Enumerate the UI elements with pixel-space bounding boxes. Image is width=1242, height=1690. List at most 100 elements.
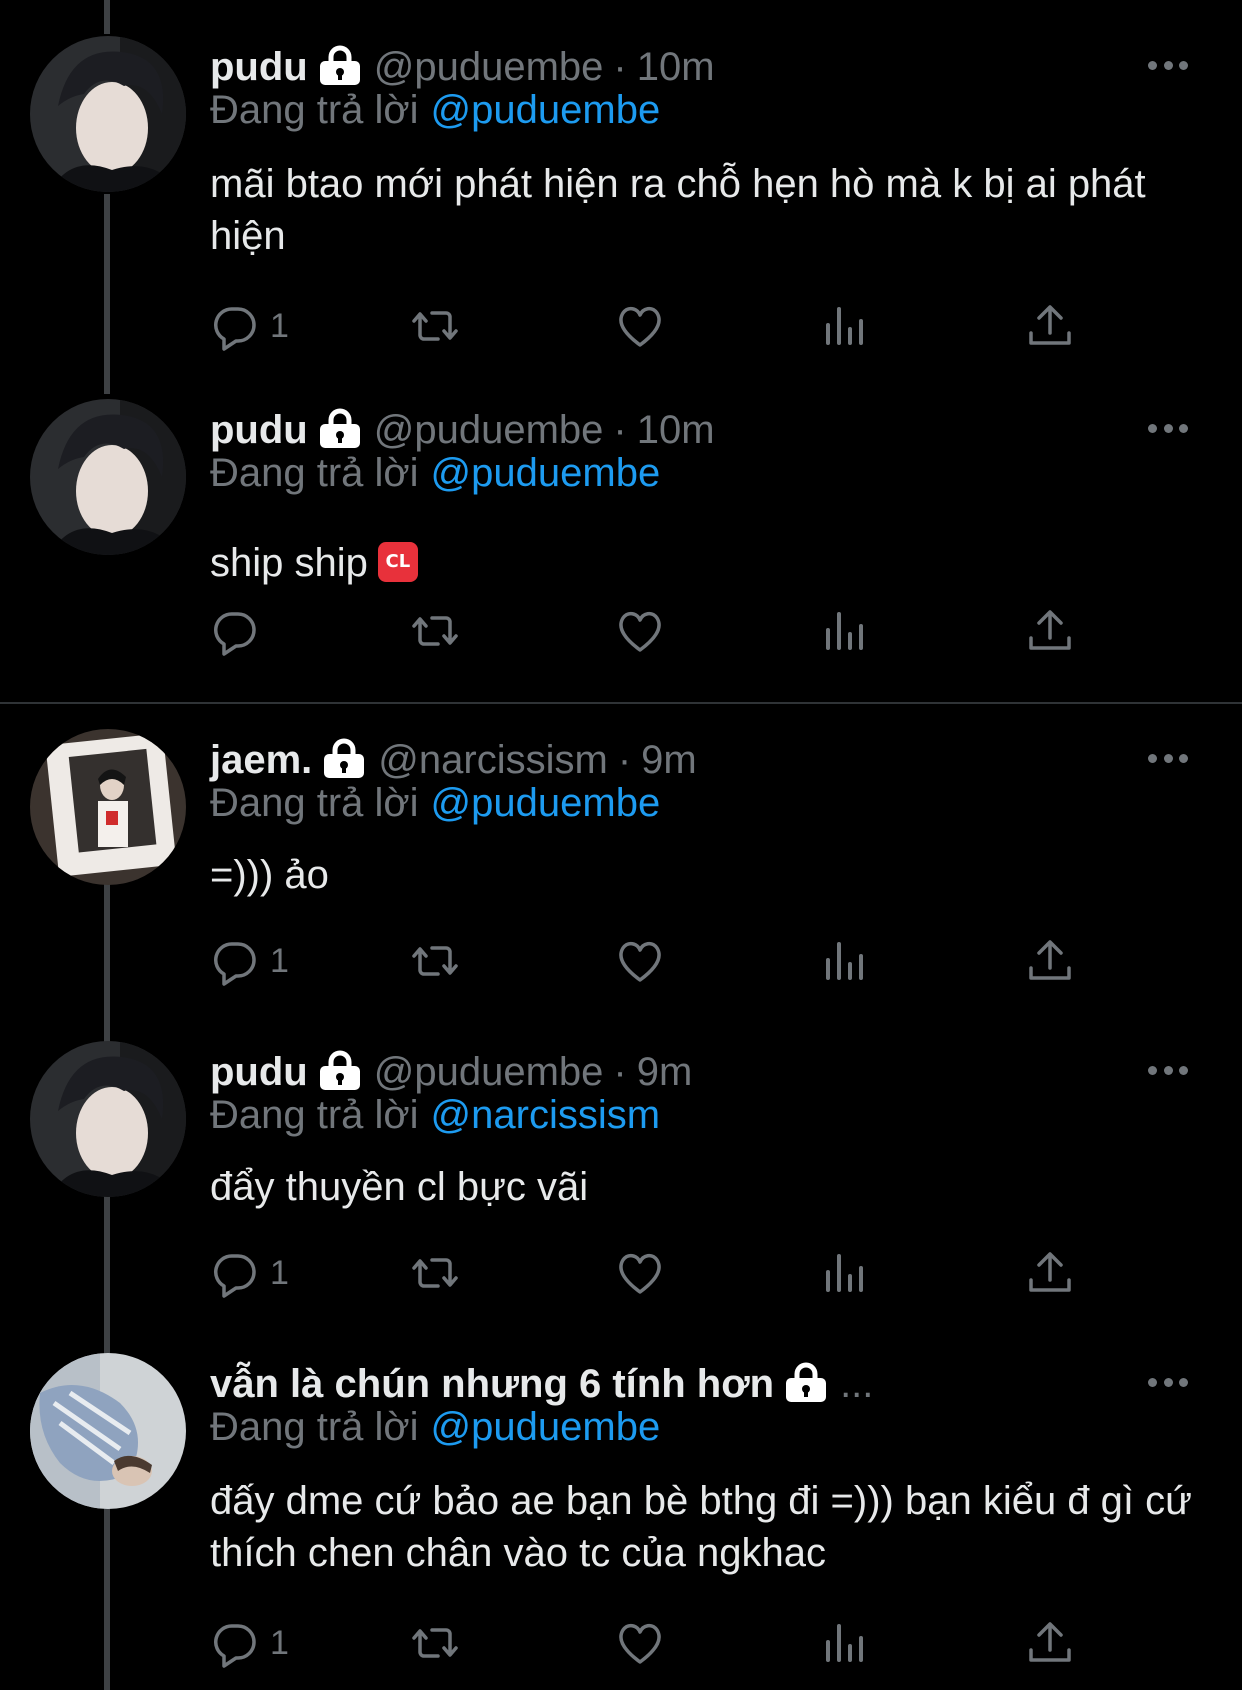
replying-to: Đang trả lời @puduembe	[210, 451, 660, 496]
views-button[interactable]	[820, 298, 870, 354]
tweet-text-content: ship ship	[210, 541, 368, 585]
like-icon	[619, 1623, 661, 1664]
retweet-button[interactable]	[410, 603, 460, 659]
action-bar: 1	[210, 298, 1110, 354]
tweet-text: ship ship CL	[210, 537, 1200, 589]
more-icon[interactable]	[1148, 1063, 1188, 1077]
retweet-button[interactable]	[410, 933, 460, 989]
user-handle[interactable]: @narcissism	[378, 738, 608, 783]
user-handle[interactable]: @puduembe	[374, 1050, 604, 1095]
reply-button[interactable]	[210, 603, 270, 659]
reply-count: 1	[270, 306, 289, 345]
like-button[interactable]	[615, 603, 665, 659]
timestamp[interactable]: 9m	[637, 1050, 693, 1095]
views-button[interactable]	[820, 603, 870, 659]
retweet-icon	[412, 1258, 458, 1288]
reply-count: 1	[270, 1253, 289, 1292]
mention-link[interactable]: @puduembe	[431, 451, 661, 495]
avatar[interactable]	[30, 729, 186, 885]
avatar[interactable]	[30, 36, 186, 192]
reply-button[interactable]: 1	[210, 298, 289, 354]
retweet-icon	[412, 1628, 458, 1658]
like-button[interactable]	[615, 933, 665, 989]
more-icon[interactable]	[1148, 751, 1188, 765]
tweet[interactable]: pudu @puduembe · 10m Đang trả lời @puduem…	[0, 363, 1242, 703]
views-icon	[826, 307, 863, 345]
replying-to-label: Đang trả lời	[210, 1093, 419, 1137]
like-button[interactable]	[615, 298, 665, 354]
more-icon[interactable]	[1148, 1375, 1188, 1389]
lock-icon	[784, 1362, 828, 1402]
retweet-button[interactable]	[410, 298, 460, 354]
more-icon[interactable]	[1148, 421, 1188, 435]
tweet[interactable]: jaem. @narcissism · 9m Đang trả lời @pudu…	[0, 693, 1242, 1003]
display-name[interactable]: vẫn là chún nhưng 6 tính hơn	[210, 1362, 774, 1407]
display-name[interactable]: pudu	[210, 45, 308, 90]
timestamp[interactable]: 10m	[637, 45, 715, 90]
like-icon	[619, 611, 661, 652]
reply-button[interactable]: 1	[210, 1245, 289, 1301]
retweet-icon	[412, 616, 458, 646]
share-button[interactable]	[1025, 298, 1075, 354]
like-icon	[619, 941, 661, 982]
views-button[interactable]	[820, 1615, 870, 1671]
reply-button[interactable]: 1	[210, 1615, 289, 1671]
user-handle-truncated[interactable]: ...	[840, 1362, 873, 1407]
replying-to-label: Đang trả lời	[210, 451, 419, 495]
replying-to: Đang trả lời @puduembe	[210, 1405, 660, 1450]
views-icon	[826, 1254, 863, 1292]
views-button[interactable]	[820, 933, 870, 989]
tweet-header: pudu @puduembe · 10m	[210, 40, 715, 94]
tweet-text: đẩy thuyền cl bực vãi	[210, 1165, 589, 1209]
share-button[interactable]	[1025, 1245, 1075, 1301]
retweet-button[interactable]	[410, 1615, 460, 1671]
mention-link[interactable]: @narcissism	[431, 1093, 661, 1137]
views-icon	[826, 612, 863, 650]
action-bar	[210, 603, 1110, 659]
share-icon	[1029, 1252, 1071, 1292]
mention-link[interactable]: @puduembe	[431, 781, 661, 825]
reply-count: 1	[270, 941, 289, 980]
views-button[interactable]	[820, 1245, 870, 1301]
display-name[interactable]: pudu	[210, 408, 308, 453]
views-icon	[826, 942, 863, 980]
avatar[interactable]	[30, 1041, 186, 1197]
tweet[interactable]: pudu @puduembe · 10m Đang trả lời @puduem…	[0, 0, 1242, 380]
retweet-icon	[412, 946, 458, 976]
tweet-text: đấy dme cứ bảo ae bạn bè bthg đi =))) bạ…	[210, 1479, 1192, 1575]
share-button[interactable]	[1025, 933, 1075, 989]
display-name[interactable]: jaem.	[210, 738, 312, 783]
separator-dot: ·	[613, 407, 627, 452]
avatar[interactable]	[30, 1353, 186, 1509]
replying-to-label: Đang trả lời	[210, 1405, 419, 1449]
views-icon	[826, 1624, 863, 1662]
tweet[interactable]: vẫn là chún nhưng 6 tính hơn ... Đang tr…	[0, 1317, 1242, 1690]
reply-button[interactable]: 1	[210, 933, 289, 989]
tweet[interactable]: pudu @puduembe · 9m Đang trả lời @narciss…	[0, 1005, 1242, 1315]
display-name[interactable]: pudu	[210, 1050, 308, 1095]
avatar[interactable]	[30, 399, 186, 555]
tweet-header: pudu @puduembe · 9m	[210, 1045, 692, 1099]
share-icon	[1029, 610, 1071, 650]
like-button[interactable]	[615, 1615, 665, 1671]
separator-dot: ·	[613, 44, 627, 89]
reply-icon	[214, 1254, 256, 1298]
mention-link[interactable]: @puduembe	[431, 1405, 661, 1449]
cl-emoji-icon: CL	[377, 542, 418, 583]
user-handle[interactable]: @puduembe	[374, 408, 604, 453]
retweet-button[interactable]	[410, 1245, 460, 1301]
timestamp[interactable]: 9m	[641, 738, 697, 783]
user-handle[interactable]: @puduembe	[374, 45, 604, 90]
separator-dot: ·	[613, 1049, 627, 1094]
more-icon[interactable]	[1148, 58, 1188, 72]
share-button[interactable]	[1025, 1615, 1075, 1671]
tweet-text: mãi btao mới phát hiện ra chỗ hẹn hò mà …	[210, 162, 1146, 258]
like-button[interactable]	[615, 1245, 665, 1301]
share-button[interactable]	[1025, 603, 1075, 659]
mention-link[interactable]: @puduembe	[431, 88, 661, 132]
timestamp[interactable]: 10m	[637, 408, 715, 453]
reply-count: 1	[270, 1623, 289, 1662]
action-bar: 1	[210, 1245, 1110, 1301]
lock-icon	[318, 408, 362, 448]
replying-to-label: Đang trả lời	[210, 88, 419, 132]
